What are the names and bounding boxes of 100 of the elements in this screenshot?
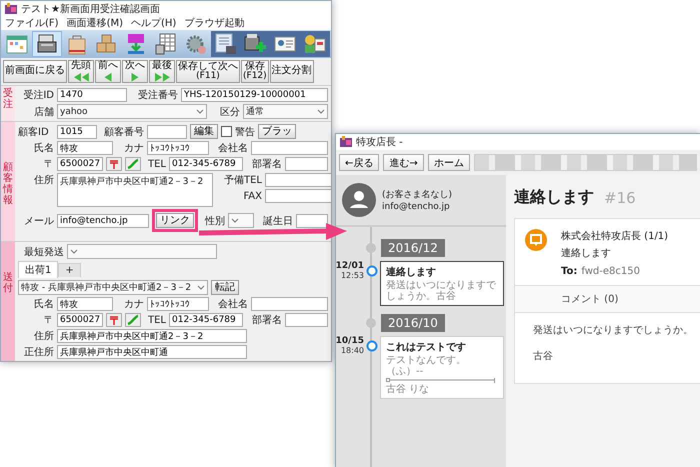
toolbar-button[interactable] [300, 31, 330, 57]
person-icon [303, 32, 328, 56]
field-label: 住所 [33, 174, 54, 187]
field-label: 会社名 [217, 142, 248, 155]
field-label: 部署名 [251, 158, 282, 171]
button[interactable]: 転記 [211, 280, 239, 295]
separator-icon [386, 378, 496, 383]
text-field[interactable] [147, 124, 187, 138]
menu-item[interactable]: ヘルプ(H) [131, 17, 176, 30]
text-field[interactable]: 特攻 [57, 297, 113, 311]
field-label: To: [561, 266, 578, 277]
app-icon [340, 136, 352, 148]
button[interactable]: 前へ [95, 60, 121, 83]
field-label: メール [23, 214, 54, 228]
field-label: 会社名 [217, 298, 248, 311]
message-preview: テストなんです。（ふ）-- [386, 355, 467, 377]
menu-item[interactable]: ブラウザ起動 [184, 17, 244, 30]
button[interactable]: リンク [156, 213, 194, 228]
button[interactable]: 注文分割 [270, 60, 314, 83]
toolbar-button[interactable] [210, 31, 240, 57]
section-label: 受注 [1, 86, 15, 121]
text-field[interactable]: info@tencho.jp [57, 214, 149, 228]
button[interactable]: 進む→ [383, 154, 424, 171]
document-icon [214, 32, 238, 56]
text-field[interactable]: ﾄｯｺｳﾄｯｺｳ [147, 297, 209, 311]
caret-icon [196, 108, 204, 114]
button[interactable]: 保存して次へ (F11) [176, 60, 240, 83]
text-field[interactable]: 012-345-6789 [169, 157, 243, 171]
button[interactable]: ←戻る [339, 154, 380, 171]
field-label: 最短発送 [23, 246, 64, 258]
tab[interactable]: + [58, 262, 81, 276]
time-label: 12:53 [340, 271, 364, 280]
text-field[interactable]: 6500027 [57, 157, 103, 171]
section-label: 送付 [1, 242, 15, 361]
dropdown[interactable]: 特攻 - 兵庫県神戸市中央区中町通2－3－2 [18, 280, 208, 295]
text-field[interactable]: 1470 [57, 88, 127, 102]
text-field[interactable] [285, 157, 328, 171]
dropdown[interactable] [228, 213, 254, 228]
button[interactable]: ブラッ [258, 124, 296, 139]
message-card[interactable]: これはテストです テストなんです。（ふ）-- 古谷 りな [380, 336, 504, 399]
comments-link[interactable]: コメント (0) [515, 285, 700, 313]
message-subject: 連絡します [561, 246, 612, 260]
text-field[interactable]: 兵庫県神戸市中央区中町通2－3－2 [57, 329, 247, 343]
ticket-number: #16 [604, 188, 636, 206]
address-field[interactable]: 兵庫県神戸市中央区中町通2－3－2 [57, 173, 213, 207]
button[interactable]: 先頭 [68, 60, 94, 83]
button[interactable]: ホーム [428, 154, 470, 171]
text-field[interactable] [251, 297, 328, 311]
month-label: 2016/10 [381, 314, 445, 332]
text-field[interactable]: 特攻 [57, 141, 113, 155]
spreadsheet-icon [154, 32, 178, 56]
button[interactable]: 次へ [122, 60, 148, 83]
field-label: 警告 [235, 126, 255, 138]
field-label: TEL [147, 314, 166, 326]
field-label: 顧客番号 [103, 126, 144, 138]
timeline-dot [366, 243, 376, 253]
field-label: カナ [123, 142, 144, 155]
field-label: 部署名 [251, 314, 282, 327]
tab[interactable]: 出荷1 [18, 261, 58, 278]
field-label: 顧客ID [18, 126, 50, 138]
field-label: 正住所 [23, 346, 54, 359]
window-title: 特攻店長 - [356, 136, 403, 149]
dropdown[interactable]: yahoo [57, 104, 207, 119]
message-card[interactable]: 連絡します 発送はいつになりますでしょうか。古谷 [380, 261, 504, 306]
sender-name: 株式会社特攻店長 (1/1) [561, 230, 668, 243]
toolbar-button[interactable] [32, 31, 62, 57]
button[interactable]: 前画面に戻る [3, 60, 67, 83]
button[interactable]: 保存 (F12) [241, 60, 269, 83]
field-label: 氏名 [33, 298, 54, 311]
message-preview: 古谷 りな [386, 384, 430, 395]
text-field[interactable]: 6500027 [57, 313, 103, 327]
button[interactable]: 最後 [149, 60, 175, 83]
field-label: 性別 [204, 214, 225, 228]
menu-item[interactable]: 画面遷移(M) [66, 17, 123, 30]
dropdown[interactable] [67, 244, 217, 259]
caret-icon [197, 284, 205, 290]
field-label: カナ [123, 298, 144, 311]
text-field[interactable] [285, 313, 328, 327]
message-title: これはテストです [386, 341, 467, 354]
dropdown[interactable]: 通常 [243, 104, 328, 119]
window-title: テスト★新画面用受注確認画面 [21, 2, 160, 16]
text-field[interactable] [296, 214, 328, 228]
checkbox[interactable] [221, 126, 232, 137]
text-field[interactable]: 兵庫県神戸市中央区中町通 [57, 345, 247, 359]
text-field[interactable]: 012-345-6789 [169, 313, 243, 327]
message-text: 古谷 [533, 350, 554, 363]
menu-item[interactable]: ファイル(F) [5, 17, 59, 30]
section-label: 顧客情報 [1, 122, 15, 241]
timeline-dot [366, 318, 376, 328]
button[interactable]: 編集 [190, 124, 218, 139]
text-field[interactable] [251, 141, 328, 155]
date-label: 10/15 [336, 336, 364, 346]
message-text: 発送はいつになりますでしょうか。 [533, 324, 693, 337]
text-field[interactable]: 1015 [57, 124, 97, 138]
avatar-icon [342, 183, 376, 217]
text-field[interactable]: ﾄｯｺｳﾄｯｺｳ [147, 141, 209, 155]
app-icon [5, 3, 17, 15]
text-field[interactable]: YHS-120150129-10000001 [181, 88, 328, 102]
customer-name: (お客さま名なし) [382, 188, 452, 201]
ticket-title: 連絡します [514, 187, 594, 208]
